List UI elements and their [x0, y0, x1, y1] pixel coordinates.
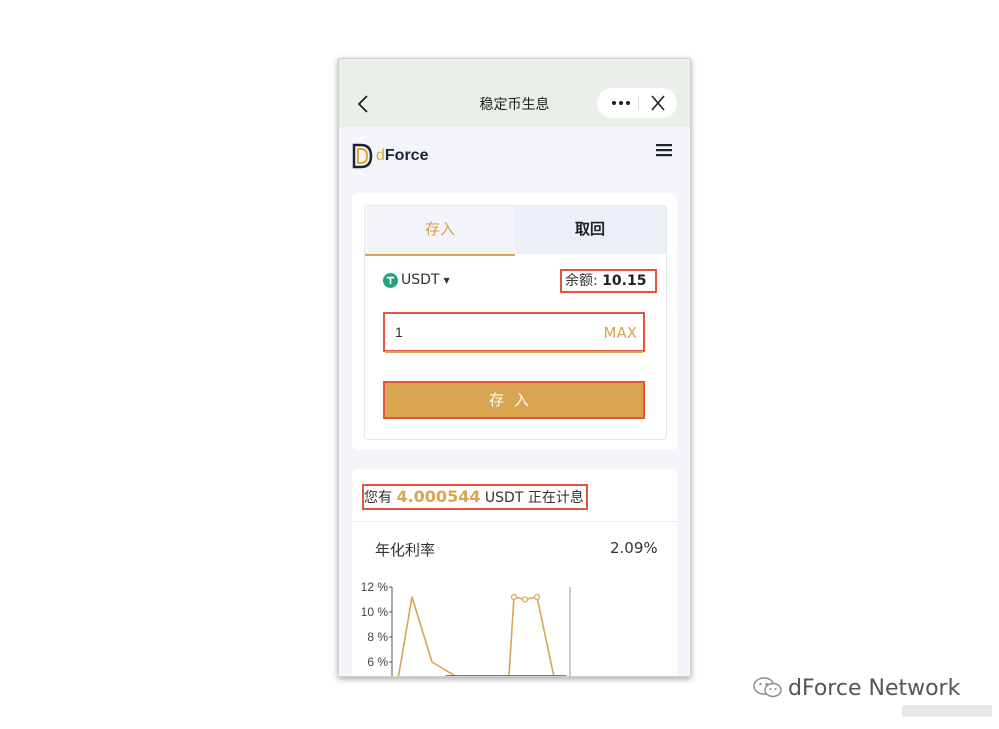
- chart-y-tick-label: 10 %: [362, 605, 388, 619]
- deposit-card: 存入 取回 USDT ▼ 余额: 10.15 MAX: [352, 193, 677, 450]
- close-icon[interactable]: [647, 93, 669, 113]
- chart-y-tick-label: 12 %: [362, 580, 388, 594]
- dforce-logo-icon: [352, 143, 373, 169]
- capsule-divider: [638, 96, 639, 110]
- chart-series-line: [397, 596, 555, 676]
- wechat-icon: [753, 677, 782, 698]
- amount-input[interactable]: [385, 314, 597, 350]
- tab-bar: 存入 取回: [365, 206, 666, 256]
- app-header: dForce: [339, 127, 690, 187]
- token-selector[interactable]: USDT ▼: [383, 272, 450, 288]
- amount-field: MAX: [383, 312, 645, 353]
- apr-value: 2.09%: [610, 539, 658, 557]
- more-icon[interactable]: [607, 93, 635, 113]
- deposit-button[interactable]: 存入: [383, 381, 645, 419]
- phone-screen: 稳定币生息 dForce 存入 取回 USDT ▼ 余额: 10.15 1 MA…: [338, 58, 691, 677]
- chart-y-tick-label: 8 %: [367, 630, 388, 644]
- earning-suffix: USDT 正在计息: [484, 490, 584, 506]
- card-divider: [352, 521, 677, 522]
- chart-point: [510, 593, 518, 601]
- chart-tooltip: [444, 675, 568, 676]
- balance-label: 余额:: [565, 273, 598, 289]
- footer-brand: dForce Network: [752, 675, 960, 701]
- apr-chart: 12 % 10 % 8 % 6 %: [362, 580, 571, 676]
- dforce-logo[interactable]: dForce: [351, 143, 428, 169]
- status-bar: [339, 59, 690, 81]
- token-name: USDT: [401, 272, 440, 288]
- earning-card: 您有 4.000544 USDT 正在计息 年化利率 2.09% 12 % 10 …: [352, 469, 677, 676]
- tab-deposit[interactable]: 存入: [365, 206, 515, 256]
- chart-point: [533, 593, 541, 601]
- nav-bar: 稳定币生息: [339, 81, 690, 127]
- earning-prefix: 您有: [364, 490, 392, 506]
- footer-brand-name: dForce Network: [788, 675, 961, 701]
- watermark-logo: [902, 705, 992, 717]
- chart-point: [521, 596, 529, 603]
- tab-withdraw[interactable]: 取回: [515, 206, 665, 254]
- deposit-panel: 存入 取回 USDT ▼ 余额: 10.15 MAX: [364, 205, 667, 440]
- chevron-down-icon: ▼: [443, 275, 450, 285]
- earning-summary: 您有 4.000544 USDT 正在计息: [362, 484, 588, 510]
- apr-label: 年化利率: [375, 541, 436, 559]
- tether-icon: [383, 272, 398, 288]
- amount-underline: [385, 351, 643, 353]
- mini-program-capsule: [597, 88, 677, 118]
- balance-display: 余额: 10.15: [560, 269, 657, 293]
- earning-amount: 4.000544: [396, 487, 481, 506]
- chart-y-tick-label: 6 %: [367, 655, 388, 669]
- max-button[interactable]: MAX: [604, 324, 637, 342]
- balance-value: 10.15: [602, 273, 647, 289]
- menu-icon[interactable]: [655, 141, 673, 159]
- brand-name: dForce: [376, 147, 429, 164]
